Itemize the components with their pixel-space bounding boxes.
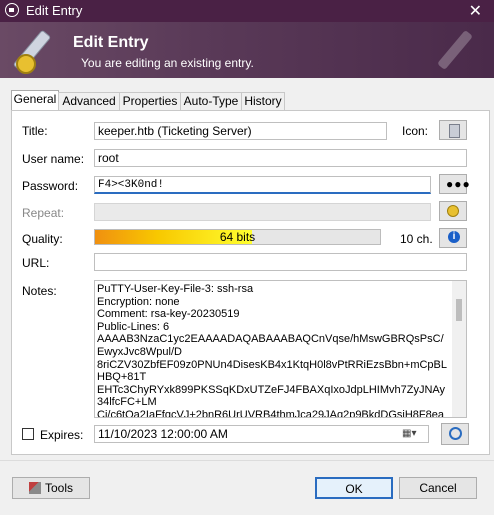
username-field[interactable]: root [94,149,467,167]
username-label: User name: [22,152,85,166]
password-label: Password: [22,179,79,193]
close-icon[interactable]: ✕ [469,1,482,21]
notes-scrollbar-thumb[interactable] [456,299,462,321]
quality-char-count: 10 ch. [400,232,433,246]
url-field[interactable] [94,253,467,271]
title-field[interactable]: keeper.htb (Ticketing Server) [94,122,387,140]
cancel-button[interactable]: Cancel [399,477,477,499]
tools-icon [28,482,41,494]
title-bar: Edit Entry ✕ [0,0,494,22]
footer-separator [0,460,494,461]
keepass-lock-icon [5,3,19,17]
info-icon: i [448,231,460,243]
password-generator-button[interactable] [439,201,467,221]
dots-icon: ●●● [446,177,471,191]
expires-date-field[interactable]: 11/10/2023 12:00:00 AM [94,425,429,443]
edit-key-icon [10,28,60,74]
tab-properties[interactable]: Properties [119,92,181,110]
window-title: Edit Entry [26,3,83,18]
repeat-label: Repeat: [22,206,65,220]
title-label: Title: [22,124,48,138]
quality-label: Quality: [22,232,63,246]
quality-bits: 64 bits [219,230,256,244]
expiry-presets-button[interactable] [441,423,469,445]
repeat-password-field [94,203,431,221]
tools-label: Tools [44,481,73,495]
tab-advanced[interactable]: Advanced [58,92,120,110]
banner-subtitle: You are editing an existing entry. [81,56,254,70]
notes-text: PuTTY-User-Key-File-3: ssh-rsa Encryptio… [97,283,448,418]
tab-general[interactable]: General [11,90,59,111]
expires-checkbox[interactable] [22,428,34,440]
key-generator-icon [447,205,459,217]
url-label: URL: [22,256,50,270]
banner-watermark-icon [434,28,484,74]
icon-picker-button[interactable] [439,120,467,140]
edit-entry-window: Edit Entry ✕ Edit Entry You are editing … [0,0,494,515]
tab-auto-type[interactable]: Auto-Type [180,92,242,110]
server-icon [449,124,460,138]
header-banner: Edit Entry You are editing an existing e… [0,22,494,78]
icon-label: Icon: [402,124,429,138]
expires-label[interactable]: Expires: [40,428,83,442]
banner-title: Edit Entry [73,34,149,51]
ok-button[interactable]: OK [315,477,393,499]
password-field[interactable]: F4><3K0nd! [94,176,431,194]
notes-label: Notes: [22,284,57,298]
quality-bar: 64 bits [94,229,381,245]
calendar-dropdown-icon[interactable]: ▦▾ [402,428,416,439]
clock-icon [449,427,462,440]
tab-history[interactable]: History [241,92,285,110]
quality-info-button[interactable]: i [439,228,467,248]
notes-textarea[interactable]: PuTTY-User-Key-File-3: ssh-rsa Encryptio… [94,280,467,418]
show-password-button[interactable]: ●●● [439,174,470,194]
tools-button[interactable]: Tools [12,477,90,499]
